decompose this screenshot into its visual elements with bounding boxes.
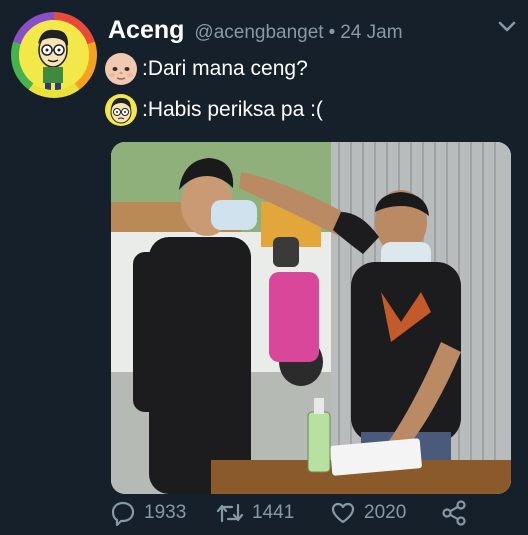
tweet-action-bar: 1933 1441 2020 [0,500,528,530]
tweet-photo[interactable] [111,142,511,494]
baby-face-icon [104,52,138,86]
avatar-cartoon [19,20,89,90]
share-icon [442,500,466,526]
tweet-card[interactable]: Aceng @acengbanget • 24 Jam :Dari mana c… [0,0,528,535]
tweet-text: :Dari mana ceng? [142,57,308,80]
separator-dot: • [328,22,336,43]
profile-avatar[interactable] [11,12,97,98]
tweet-text-line: :Dari mana ceng? [104,51,308,87]
reply-count: 1933 [144,502,187,523]
tweet-text: :Habis periksa pa :( [142,98,323,121]
like-icon [331,502,355,524]
like-count: 2020 [364,502,407,523]
user-handle[interactable]: @acengbanget [194,22,323,44]
glasses-cartoon-icon [104,93,138,127]
tweet-text-line: :Habis periksa pa :( [104,92,323,128]
retweet-count: 1441 [252,502,295,523]
timestamp[interactable]: 24 Jam [340,22,402,44]
display-name[interactable]: Aceng [108,16,184,45]
retweet-icon [216,503,244,523]
chevron-down-icon[interactable] [498,20,516,34]
share-button[interactable] [441,500,467,526]
tweet-header: Aceng @acengbanget • 24 Jam [108,16,403,46]
like-button[interactable]: 2020 [330,500,406,526]
retweet-button[interactable]: 1441 [216,500,294,526]
reply-icon [111,501,135,526]
reply-button[interactable]: 1933 [110,500,186,526]
